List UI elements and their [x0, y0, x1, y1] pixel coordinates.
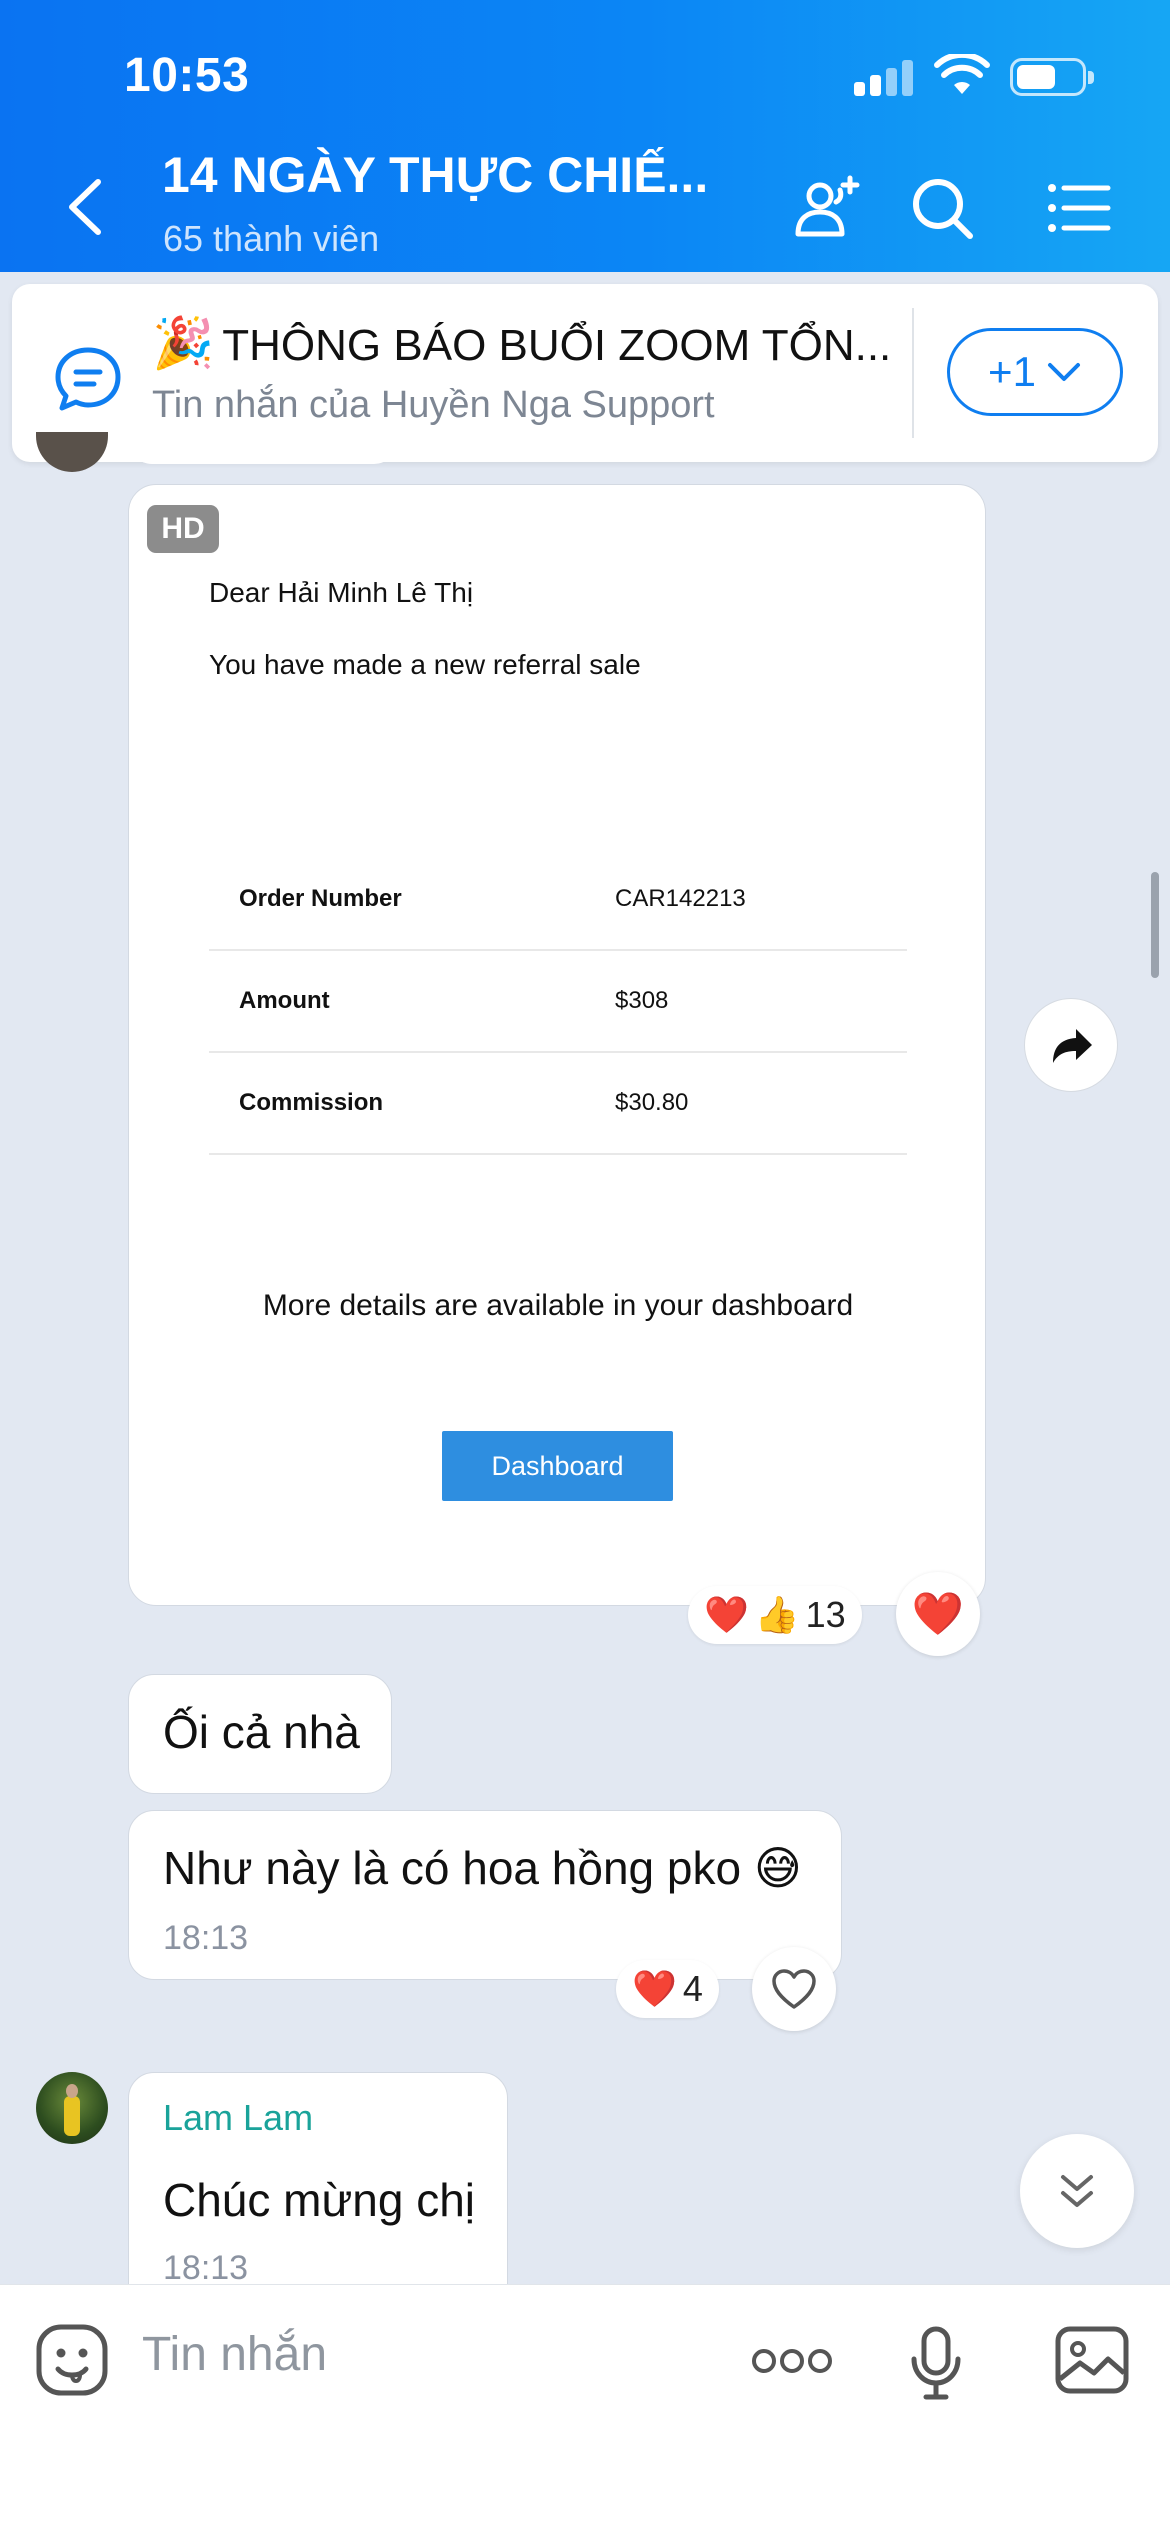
email-more-text: More details are available in your dashb…	[262, 1289, 854, 1322]
heart-icon: ❤️	[704, 1594, 749, 1635]
group-title[interactable]: 14 NGÀY THỰC CHIẾ...	[162, 146, 708, 204]
image-message-card[interactable]: HD Dear Hải Minh Lê Thị You have made a …	[128, 484, 986, 1606]
table-row: Amount $308	[209, 951, 907, 1053]
message-input-bar: Tin nhắn	[0, 2284, 1170, 2532]
party-popper-icon: 🎉	[152, 315, 215, 371]
reaction-count: 4	[682, 1968, 703, 2009]
row-label: Order Number	[239, 885, 402, 912]
more-options-icon[interactable]	[750, 2343, 834, 2379]
hd-badge: HD	[147, 505, 219, 553]
message-bubble[interactable]: Như này là có hoa hồng pko 😅 18:13	[128, 1810, 842, 1980]
reaction-count: 13	[805, 1594, 846, 1635]
order-table: Order Number CAR142213 Amount $308 Commi…	[209, 849, 907, 1155]
cellular-signal-icon	[854, 60, 914, 96]
status-time: 10:53	[124, 49, 250, 102]
previous-message-bubble[interactable]	[128, 440, 398, 464]
message-text: Chúc mừng chị	[163, 2174, 476, 2226]
pinned-subtitle: Tin nhắn của Huyền Nga Support	[152, 384, 715, 426]
row-value: CAR142213	[615, 885, 746, 912]
heart-icon: ❤️	[632, 1968, 677, 2009]
table-row: Order Number CAR142213	[209, 849, 907, 951]
row-value: $308	[615, 987, 669, 1014]
react-button[interactable]: ❤️	[896, 1572, 980, 1656]
menu-list-icon[interactable]	[1042, 172, 1114, 244]
pinned-message-banner[interactable]: 🎉 THÔNG BÁO BUỔI ZOOM TỔN... Tin nhắn của…	[12, 284, 1158, 462]
add-member-icon[interactable]	[792, 172, 864, 244]
chat-header: 10:53 14 NGÀY THỰC CHIẾ... 65 thành viên	[0, 0, 1170, 272]
avatar[interactable]	[36, 432, 108, 472]
pinned-title: 🎉 THÔNG BÁO BUỔI ZOOM TỔN...	[152, 314, 891, 373]
avatar[interactable]	[36, 2072, 108, 2144]
dashboard-button[interactable]: Dashboard	[442, 1431, 673, 1501]
member-count[interactable]: 65 thành viên	[163, 218, 379, 260]
sticker-emoji-icon[interactable]	[34, 2321, 110, 2401]
heart-outline-icon	[772, 1969, 816, 2009]
battery-icon	[1010, 58, 1094, 96]
back-arrow-icon[interactable]	[58, 172, 118, 242]
forward-arrow-icon	[1053, 1029, 1092, 1063]
pinned-count: +1	[988, 348, 1036, 395]
react-button[interactable]	[752, 1947, 836, 2031]
heart-icon: ❤️	[911, 1589, 965, 1637]
email-greeting: Dear Hải Minh Lê Thị	[209, 577, 474, 608]
pinned-title-text: THÔNG BÁO BUỔI ZOOM TỔN...	[222, 321, 892, 370]
message-text: Ối cả nhà	[163, 1706, 360, 1758]
pinned-more-button[interactable]: +1	[947, 328, 1123, 416]
reaction-summary[interactable]: ❤️ 4	[616, 1960, 719, 2018]
row-value: $30.80	[615, 1089, 689, 1116]
microphone-icon[interactable]	[906, 2325, 966, 2403]
share-forward-button[interactable]	[1024, 998, 1118, 1092]
message-time: 18:13	[163, 1919, 249, 1957]
wifi-icon	[934, 54, 990, 94]
message-bubble[interactable]: Lam Lam Chúc mừng chị 18:13	[128, 2072, 508, 2312]
message-bubble[interactable]: Ối cả nhà	[128, 1674, 392, 1794]
image-gallery-icon[interactable]	[1054, 2325, 1130, 2395]
row-label: Commission	[239, 1089, 384, 1116]
divider	[912, 308, 914, 438]
chat-bubble-icon	[55, 347, 121, 411]
double-chevron-down-icon	[1061, 2175, 1093, 2207]
message-time: 18:13	[163, 2249, 249, 2287]
email-intro: You have made a new referral sale	[209, 649, 641, 680]
chevron-down-icon	[1047, 363, 1080, 381]
reaction-summary[interactable]: ❤️ 👍 13	[688, 1586, 862, 1644]
scroll-to-bottom-button[interactable]	[1020, 2134, 1134, 2248]
table-row: Commission $30.80	[209, 1053, 907, 1155]
row-label: Amount	[239, 987, 330, 1014]
thumbs-up-icon: 👍	[754, 1594, 800, 1635]
scrollbar[interactable]	[1151, 872, 1159, 978]
sender-name[interactable]: Lam Lam	[163, 2097, 313, 2139]
message-text: Như này là có hoa hồng pko 😅	[163, 1842, 802, 1894]
message-input[interactable]: Tin nhắn	[142, 2327, 327, 2382]
search-icon[interactable]	[906, 172, 978, 244]
